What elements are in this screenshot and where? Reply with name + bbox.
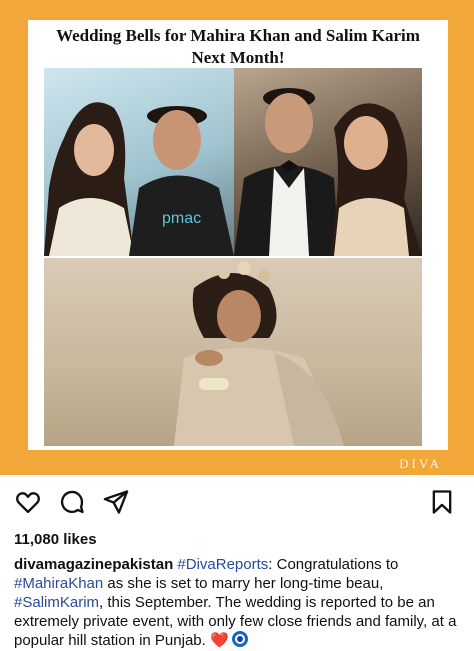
headline-line-2: Next Month! [191,48,285,67]
like-count[interactable]: 11,080 likes [14,531,97,548]
hashtag-salimkarim[interactable]: #SalimKarim [14,594,99,611]
comment-button[interactable] [56,486,88,518]
caption-text-1: : Congratulations to [268,556,399,573]
bridal-photo [44,258,422,446]
send-icon [103,490,129,514]
caption-text-2: as she is set to marry her long-time bea… [103,575,384,592]
like-button[interactable] [12,486,44,518]
hashtag-mahirakhan[interactable]: #MahiraKhan [14,575,103,592]
bookmark-icon [432,490,452,514]
couple-photo-formal-illustration [234,88,422,256]
bridal-photo-illustration [174,261,344,446]
couple-photo-formal [234,68,422,256]
heart-icon [16,492,40,514]
news-card: Wedding Bells for Mahira Khan and Salim … [28,20,448,450]
comment-icon [60,490,84,514]
post-actions [0,486,474,520]
brand-logo: DIVA [399,456,442,471]
headline: Wedding Bells for Mahira Khan and Salim … [28,25,448,69]
couple-photo-event: pmac [44,68,234,256]
evil-eye-emoji-icon [231,631,248,647]
couple-photo-event-illustration: pmac [44,102,234,256]
post-image[interactable]: Wedding Bells for Mahira Khan and Salim … [0,0,474,475]
heart-emoji: ❤️ [209,632,229,649]
share-button[interactable] [100,486,132,518]
caption-username[interactable]: divamagazinepakistan [14,556,173,573]
post-caption: divamagazinepakistan #DivaReports: Congr… [14,555,464,650]
headline-line-1: Wedding Bells for Mahira Khan and Salim … [56,26,420,45]
hashtag-divareports[interactable]: #DivaReports [177,556,268,573]
shirt-text: pmac [162,210,201,227]
save-button[interactable] [426,486,458,518]
